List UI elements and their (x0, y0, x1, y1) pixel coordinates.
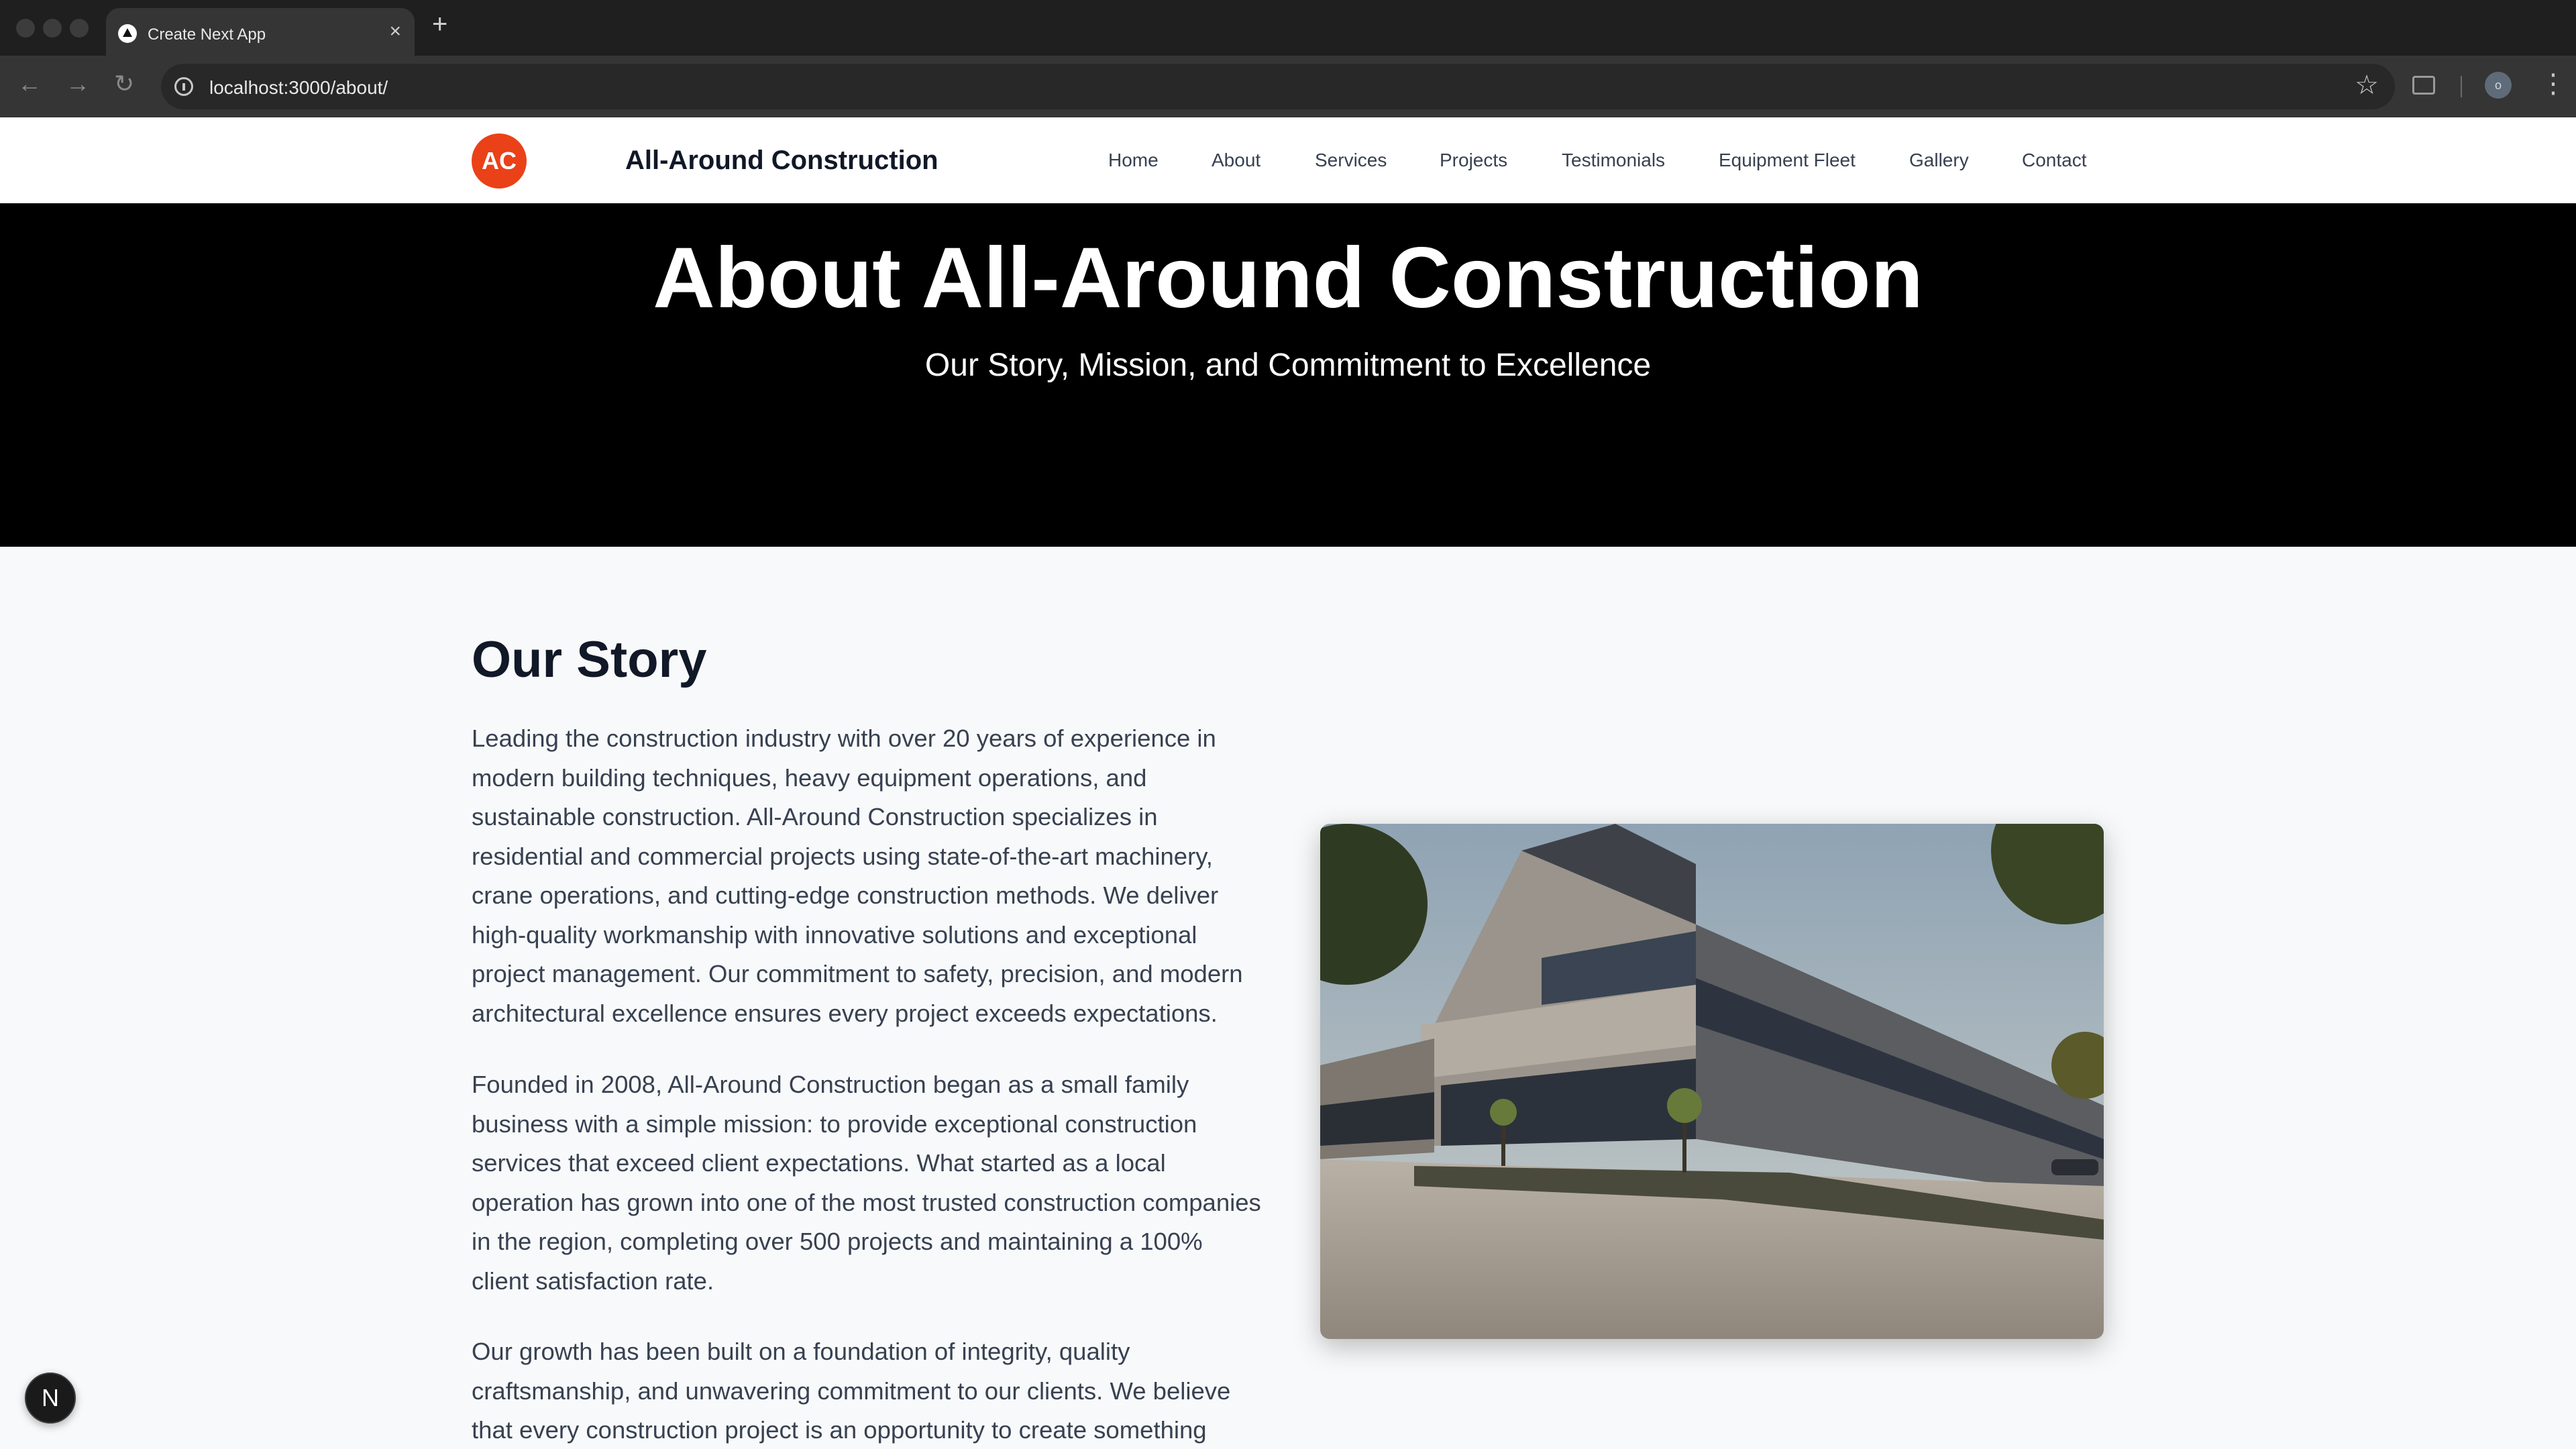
browser-tab[interactable]: Create Next App × (106, 8, 415, 56)
address-bar[interactable]: localhost:3000/about/ ☆ (161, 64, 2395, 109)
hero-section: About All-Around Construction Our Story,… (0, 203, 2576, 547)
profile-avatar[interactable]: o (2485, 72, 2512, 99)
window-minimize-dot[interactable] (43, 19, 62, 38)
site-header: AC All-Around Construction Home About Se… (0, 117, 2576, 203)
tab-search-icon[interactable] (2412, 76, 2435, 95)
bookmark-star-icon[interactable]: ☆ (2355, 72, 2379, 99)
url-text[interactable]: localhost:3000/about/ (209, 77, 388, 99)
story-paragraph: Founded in 2008, All-Around Construction… (472, 1071, 1261, 1295)
building-photo (1320, 824, 2104, 1339)
logo-badge[interactable]: AC (472, 133, 527, 189)
nav-link-about[interactable]: About (1212, 150, 1260, 171)
hero-title: About All-Around Construction (653, 230, 1923, 326)
nav-link-equipment-fleet[interactable]: Equipment Fleet (1719, 150, 1856, 171)
browser-menu-icon[interactable]: ⋮ (2540, 70, 2567, 97)
reload-icon[interactable]: ↻ (114, 72, 134, 96)
window-close-dot[interactable] (16, 19, 35, 38)
nav-link-projects[interactable]: Projects (1440, 150, 1507, 171)
brand-name[interactable]: All-Around Construction (625, 146, 938, 176)
site-info-icon[interactable] (174, 77, 193, 96)
nav-link-home[interactable]: Home (1108, 150, 1159, 171)
browser-tab-bar: Create Next App × + (0, 0, 2576, 56)
nextjs-dev-indicator[interactable]: N (25, 1373, 76, 1424)
nav-link-gallery[interactable]: Gallery (1909, 150, 1969, 171)
nav-link-testimonials[interactable]: Testimonials (1562, 150, 1665, 171)
browser-toolbar: ← → ↻ localhost:3000/about/ ☆ o ⋮ (0, 56, 2576, 117)
nav-link-contact[interactable]: Contact (2022, 150, 2087, 171)
back-arrow-icon[interactable]: ← (17, 72, 42, 96)
tab-title: Create Next App (148, 25, 266, 44)
story-paragraph: Our growth has been built on a foundatio… (472, 1338, 1231, 1444)
hero-subtitle: Our Story, Mission, and Commitment to Ex… (924, 347, 1652, 383)
nav-link-services[interactable]: Services (1315, 150, 1387, 171)
new-tab-button[interactable]: + (432, 11, 447, 38)
tab-close-icon[interactable]: × (389, 21, 401, 42)
forward-arrow-icon[interactable]: → (66, 72, 90, 96)
window-zoom-dot[interactable] (70, 19, 89, 38)
toolbar-divider (2461, 76, 2462, 97)
nextjs-favicon-icon (118, 24, 137, 43)
story-paragraph: Leading the construction industry with o… (472, 724, 1243, 1027)
story-heading: Our Story (472, 631, 707, 688)
